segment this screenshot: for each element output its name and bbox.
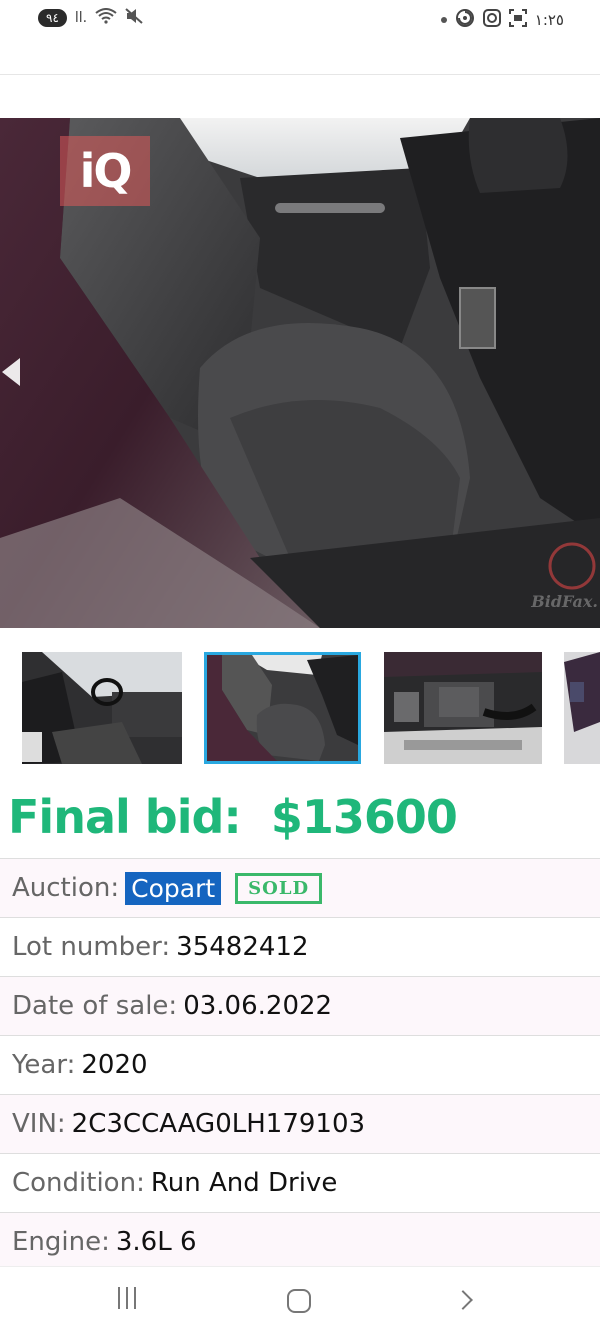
year-value: 2020 [81,1050,148,1080]
status-right: ١:٢٥ [440,8,564,32]
date-value: 03.06.2022 [183,991,333,1021]
auction-value-link[interactable]: Copart [125,871,222,905]
battery-badge: ٩٤ [38,9,67,27]
bidfax-watermark: BidFax. [531,592,598,611]
header-divider [0,74,600,75]
sold-stamp: SOLD [235,872,323,904]
detail-row-date: Date of sale: 03.06.2022 [0,976,600,1035]
notification-dot-icon [440,17,447,23]
thumbnail-partial[interactable] [564,652,600,764]
engine-label: Engine: [12,1227,110,1257]
condition-label: Condition: [12,1168,145,1198]
status-bar: ٩٤ ll. ١:٢٥ [0,0,600,38]
vin-value: 2C3CCAAG0LH179103 [71,1109,366,1139]
year-label: Year: [12,1050,76,1080]
mute-icon [125,8,143,28]
engine-value: 3.6L 6 [115,1227,197,1257]
final-bid-amount: $13600 [270,790,458,844]
previous-photo-arrow-icon[interactable] [2,358,20,386]
screenshot-icon [508,9,527,31]
swirl-icon [455,8,475,32]
lot-label: Lot number: [12,932,171,962]
home-icon[interactable] [287,1289,311,1313]
thumbnail-rear-seat[interactable] [204,652,361,764]
detail-row-auction: Auction: Copart SOLD [0,858,600,917]
detail-row-condition: Condition: Run And Drive [0,1153,600,1212]
thumbnail-engine-bay[interactable] [384,652,542,764]
recent-apps-icon[interactable] [118,1287,142,1313]
detail-row-vin: VIN: 2C3CCAAG0LH179103 [0,1094,600,1153]
vehicle-details-table: Auction: Copart SOLD Lot number: 3548241… [0,858,600,1271]
wifi-icon [95,8,117,28]
status-clock: ١:٢٥ [534,11,564,29]
back-chevron-icon[interactable] [453,1290,473,1310]
detail-row-engine: Engine: 3.6L 6 [0,1212,600,1271]
thumbnail-strip [0,648,600,768]
status-left: ٩٤ ll. [38,8,143,28]
lot-value: 35482412 [176,932,309,962]
detail-row-year: Year: 2020 [0,1035,600,1094]
detail-row-lot: Lot number: 35482412 [0,917,600,976]
instagram-icon [482,9,501,31]
system-nav-bar [0,1266,600,1339]
vin-label: VIN: [12,1109,66,1139]
auction-label: Auction: [12,873,120,903]
thumbnail-front-interior[interactable] [22,652,182,764]
final-bid-label: Final bid: [8,790,242,844]
condition-value: Run And Drive [150,1168,338,1198]
iq-watermark-logo: iQ [60,136,150,206]
signal-icon: ll. [74,10,88,26]
date-label: Date of sale: [12,991,178,1021]
final-bid-heading: Final bid: $13600 [8,790,458,844]
